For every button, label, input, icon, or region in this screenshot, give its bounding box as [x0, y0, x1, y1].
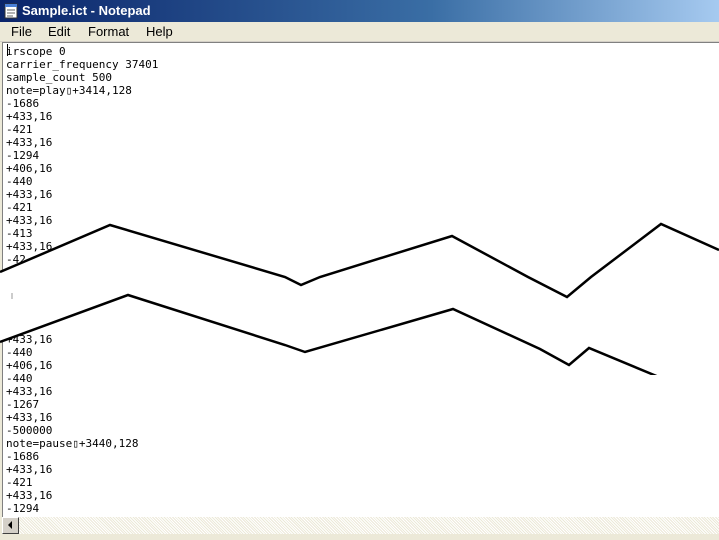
- title-bar[interactable]: Sample.ict - Notepad: [0, 0, 719, 22]
- menu-bar: File Edit Format Help: [0, 22, 719, 42]
- torn-paper-gap: [0, 222, 719, 375]
- menu-file[interactable]: File: [9, 24, 34, 39]
- menu-edit[interactable]: Edit: [46, 24, 72, 39]
- arrow-left-icon: [8, 521, 12, 529]
- scroll-track[interactable]: [19, 517, 719, 534]
- notepad-window: Sample.ict - Notepad File Edit Format He…: [0, 0, 719, 540]
- text-caret: [7, 44, 8, 56]
- notepad-icon: [4, 3, 18, 19]
- menu-help[interactable]: Help: [144, 24, 175, 39]
- scroll-left-button[interactable]: [2, 517, 19, 534]
- menu-format[interactable]: Format: [86, 24, 131, 39]
- horizontal-scrollbar[interactable]: [2, 517, 719, 534]
- window-title: Sample.ict - Notepad: [22, 3, 151, 18]
- window-bottom-edge: [0, 534, 719, 540]
